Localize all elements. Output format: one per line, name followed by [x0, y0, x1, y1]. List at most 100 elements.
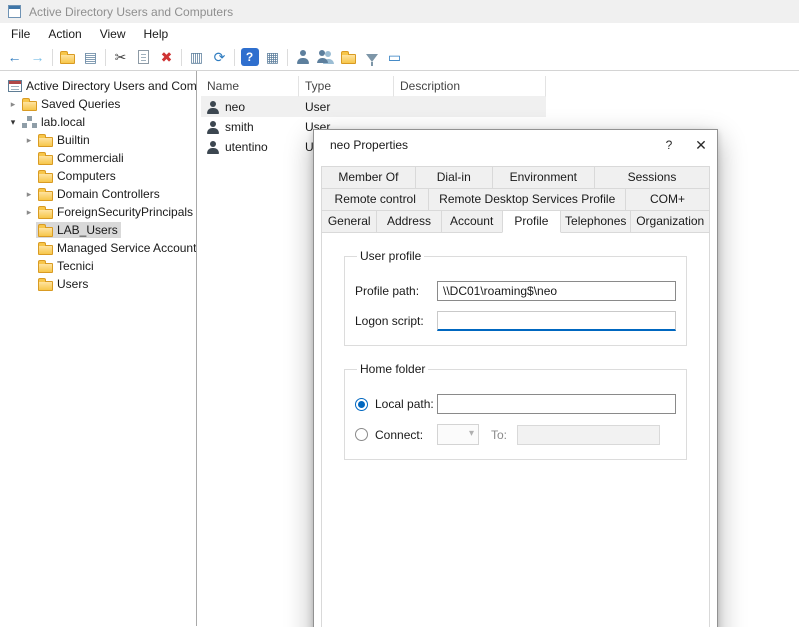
neo-properties-dialog: neo Properties ? ✕ Member Of Dial-in Env… — [313, 129, 718, 627]
tree-item-managed-service-accounts[interactable]: Managed Service Accounts — [0, 239, 196, 257]
tab-address[interactable]: Address — [376, 210, 441, 233]
local-path-radio[interactable] — [355, 398, 368, 411]
menu-help[interactable]: Help — [135, 25, 178, 43]
back-icon[interactable]: ← — [3, 46, 26, 68]
toolbar-separator — [52, 49, 53, 66]
column-header-description[interactable]: Description — [394, 76, 546, 97]
paste-icon[interactable] — [132, 46, 155, 68]
refresh-icon[interactable]: ⟳ — [208, 46, 231, 68]
tab-row-2: Remote control Remote Desktop Services P… — [321, 188, 710, 211]
tab-row-1: Member Of Dial-in Environment Sessions — [321, 166, 710, 189]
tab-remote-desktop-services-profile[interactable]: Remote Desktop Services Profile — [428, 188, 626, 211]
tree-item-saved-queries[interactable]: ▸ Saved Queries — [0, 95, 196, 113]
local-path-label: Local path: — [375, 397, 437, 411]
folder-icon — [38, 191, 53, 201]
local-path-input[interactable] — [437, 394, 676, 414]
delete-icon[interactable]: ✖ — [155, 46, 178, 68]
show-console-tree-icon[interactable]: ▤ — [79, 46, 102, 68]
chevron-collapsed-icon[interactable]: ▸ — [22, 135, 36, 146]
properties-icon[interactable]: ▦ — [261, 46, 284, 68]
toolbar: ← → ▤ ✂ ✖ ▥ ⟳ ? ▦ ▭ — [0, 44, 799, 71]
user-icon — [207, 101, 220, 114]
row-name: neo — [225, 100, 245, 114]
menu-view[interactable]: View — [91, 25, 135, 43]
home-folder-group: Home folder Local path: Connect: To: — [344, 362, 687, 460]
tree-item-builtin[interactable]: ▸ Builtin — [0, 131, 196, 149]
help-icon[interactable]: ? — [238, 46, 261, 68]
up-one-level-icon[interactable] — [56, 46, 79, 68]
titlebar: Active Directory Users and Computers — [0, 0, 799, 23]
tree-item-tecnici[interactable]: Tecnici — [0, 257, 196, 275]
profile-path-input[interactable] — [437, 281, 676, 301]
toolbar-separator — [181, 49, 182, 66]
column-header-name[interactable]: Name — [201, 76, 299, 97]
tab-com-plus[interactable]: COM+ — [625, 188, 710, 211]
connect-radio[interactable] — [355, 428, 368, 441]
tab-profile[interactable]: Profile — [502, 210, 561, 233]
row-name: smith — [225, 120, 254, 134]
new-user-icon[interactable] — [291, 46, 314, 68]
chevron-collapsed-icon[interactable]: ▸ — [22, 189, 36, 200]
connect-row: Connect: To: — [355, 424, 676, 445]
tree-item-lab-local[interactable]: ▾ lab.local — [0, 113, 196, 131]
tab-row-3: General Address Account Profile Telephon… — [321, 210, 710, 233]
tab-dial-in[interactable]: Dial-in — [415, 166, 493, 189]
tab-organization[interactable]: Organization — [630, 210, 710, 233]
menu-action[interactable]: Action — [39, 25, 90, 43]
tab-remote-control[interactable]: Remote control — [321, 188, 429, 211]
tree-item-domain-controllers[interactable]: ▸ Domain Controllers — [0, 185, 196, 203]
folder-icon — [38, 137, 53, 147]
tab-telephones[interactable]: Telephones — [560, 210, 631, 233]
domain-icon — [22, 116, 37, 129]
filter-icon[interactable] — [360, 46, 383, 68]
row-name: utentino — [225, 140, 268, 154]
dialog-title: neo Properties — [330, 138, 408, 152]
cut-icon[interactable]: ✂ — [109, 46, 132, 68]
folder-icon — [38, 155, 53, 165]
document-shape — [138, 50, 149, 64]
folder-shape — [341, 54, 356, 64]
tab-member-of[interactable]: Member Of — [321, 166, 416, 189]
tree-item-users[interactable]: Users — [0, 275, 196, 293]
toolbar-separator — [105, 49, 106, 66]
tab-general[interactable]: General — [321, 210, 377, 233]
column-header-type[interactable]: Type — [299, 76, 394, 97]
folder-icon — [38, 209, 53, 219]
user-icon — [207, 121, 220, 134]
connect-label: Connect: — [375, 428, 437, 442]
dialog-close-button[interactable]: ✕ — [685, 130, 717, 160]
connect-to-input[interactable] — [517, 425, 660, 445]
logon-script-input[interactable] — [437, 311, 676, 331]
chevron-collapsed-icon[interactable]: ▸ — [22, 207, 36, 218]
folder-shape — [60, 54, 75, 64]
tree-item-computers[interactable]: Computers — [0, 167, 196, 185]
new-ou-icon[interactable] — [337, 46, 360, 68]
user-profile-legend: User profile — [357, 249, 424, 263]
drive-letter-select[interactable] — [437, 424, 479, 445]
forward-icon[interactable]: → — [26, 46, 49, 68]
app-icon[interactable] — [8, 5, 21, 18]
chevron-expanded-icon[interactable]: ▾ — [6, 117, 20, 128]
menu-file[interactable]: File — [2, 25, 39, 43]
logon-script-label: Logon script: — [355, 314, 437, 328]
new-group-icon[interactable] — [314, 46, 337, 68]
tree-item-lab-users[interactable]: LAB_Users — [0, 221, 196, 239]
chevron-collapsed-icon[interactable]: ▸ — [6, 99, 20, 110]
tab-environment[interactable]: Environment — [492, 166, 595, 189]
user-profile-group: User profile Profile path: Logon script: — [344, 249, 687, 346]
tab-account[interactable]: Account — [441, 210, 503, 233]
dialog-help-button[interactable]: ? — [653, 130, 685, 160]
people-shape — [317, 50, 335, 64]
tree-item-root[interactable]: Active Directory Users and Computers — [0, 77, 196, 95]
tab-sessions[interactable]: Sessions — [594, 166, 710, 189]
export-list-icon[interactable]: ▥ — [185, 46, 208, 68]
profile-path-row: Profile path: — [355, 281, 676, 301]
tree-item-foreign-security-principals[interactable]: ▸ ForeignSecurityPrincipals — [0, 203, 196, 221]
help-badge: ? — [241, 48, 259, 66]
console-tree-pane: Active Directory Users and Computers ▸ S… — [0, 71, 197, 626]
choose-domain-icon[interactable]: ▭ — [383, 46, 406, 68]
toolbar-separator — [234, 49, 235, 66]
tree-item-commerciali[interactable]: Commerciali — [0, 149, 196, 167]
list-row-neo[interactable]: neo User — [201, 97, 546, 117]
row-type: User — [299, 100, 394, 114]
